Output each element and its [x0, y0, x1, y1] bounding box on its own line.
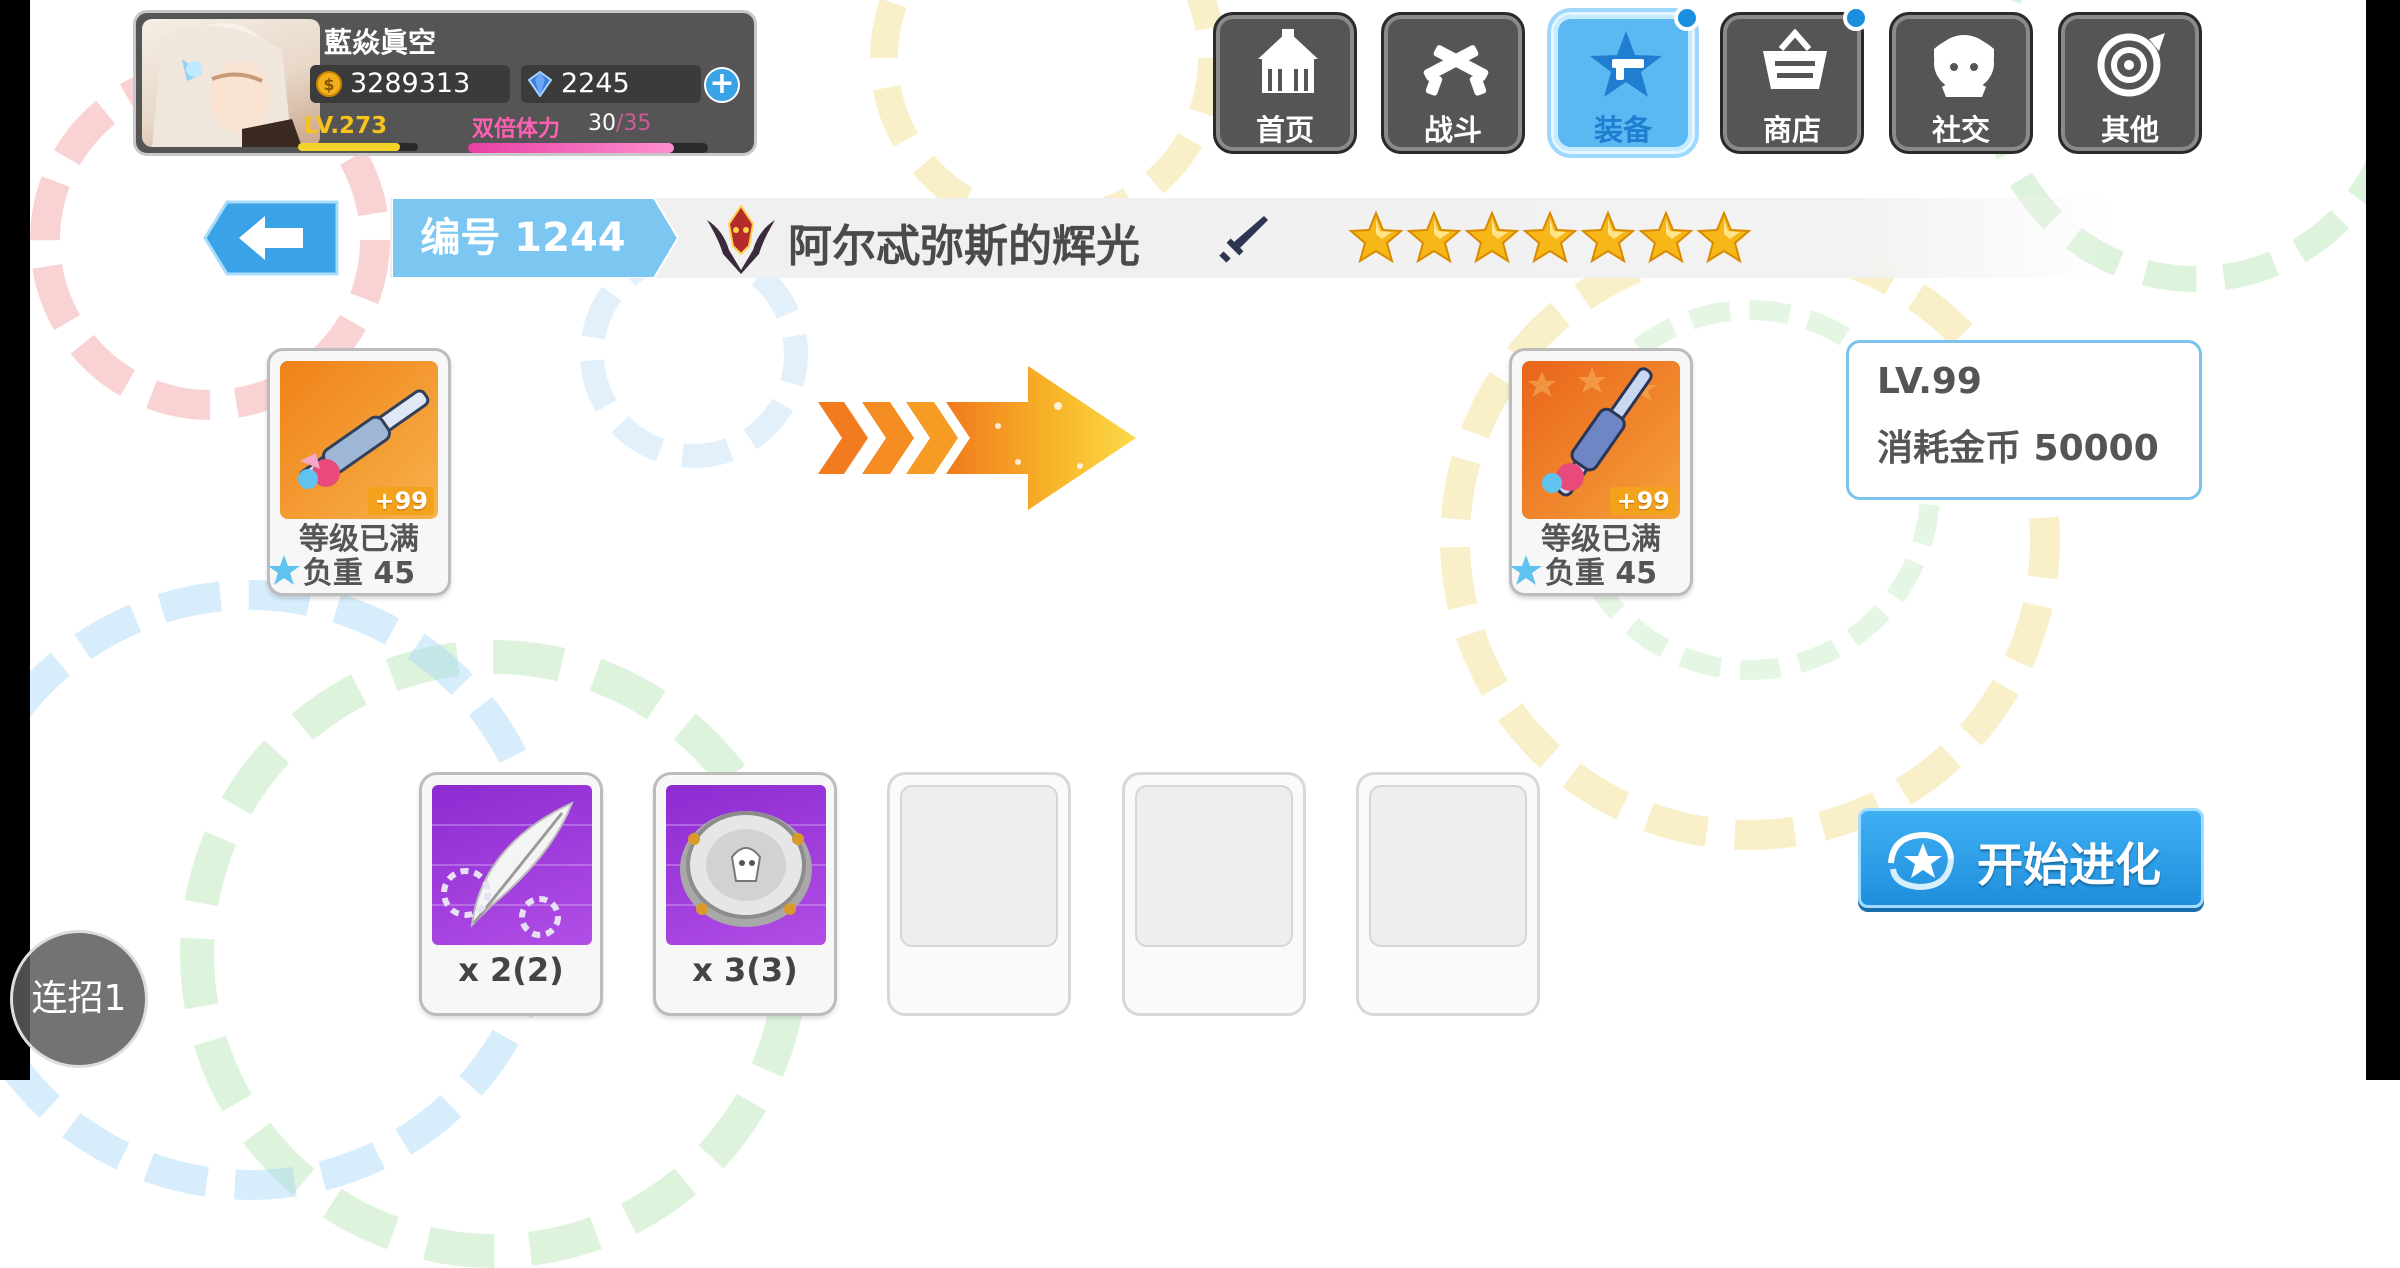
gem-counter: 2245	[521, 65, 701, 103]
screen-edge-left	[0, 0, 30, 1080]
rarity-star-icon	[1580, 210, 1636, 264]
nav-battle-label: 战斗	[1423, 113, 1482, 147]
stamina-progress-bar	[468, 143, 708, 153]
combo-button[interactable]: 连招1	[10, 930, 148, 1068]
rarity-star-icon	[1638, 210, 1694, 264]
svg-text:$: $	[323, 75, 334, 94]
nav-battle-button[interactable]: 战斗	[1381, 12, 1525, 154]
target-weapon-art: +99	[1522, 361, 1680, 519]
nav-equipment-button[interactable]: 装备	[1551, 5, 1700, 154]
basket-icon	[1763, 29, 1827, 89]
add-gems-button[interactable]: +	[704, 67, 740, 103]
player-name: 藍焱眞空	[324, 26, 437, 59]
evolve-arrow-icon	[818, 366, 1136, 510]
stamina-max: /35	[616, 111, 652, 136]
rarity-star-icon	[1406, 210, 1462, 264]
screen-edge-right	[2366, 0, 2400, 1080]
feather-icon	[432, 801, 592, 938]
player-avatar[interactable]	[142, 19, 320, 147]
winged-skull-emblem-icon	[707, 204, 775, 274]
star-gun-icon	[1590, 31, 1662, 97]
sword-icon	[1219, 216, 1268, 263]
material-slot-1[interactable]: x 2(2)	[419, 772, 603, 1016]
empty-slot-frame	[1135, 785, 1293, 947]
material-slot-4[interactable]	[1122, 772, 1306, 1016]
nav-shop-label: 商店	[1762, 113, 1821, 147]
corner-star-icon	[1510, 555, 1542, 585]
nav-equipment-label: 装备	[1593, 113, 1652, 147]
target-weapon-plus-level: +99	[1610, 487, 1676, 515]
target-weapon-card[interactable]: +99 等级已满 负重 45	[1509, 348, 1693, 596]
swirl-star-icon	[1888, 831, 1954, 891]
blue-crystal-icon	[527, 71, 553, 97]
nav-shop-button[interactable]: 商店	[1720, 5, 1869, 154]
start-evolution-button[interactable]: 开始进化	[1858, 808, 2204, 908]
back-button[interactable]	[203, 200, 339, 276]
coin-amount: 3289313	[350, 68, 471, 99]
nav-other-button[interactable]: 其他	[2058, 12, 2202, 154]
target-icon	[2097, 33, 2165, 97]
material-art	[432, 785, 592, 945]
target-weapon-status: 等级已满	[1541, 522, 1661, 557]
source-weapon-card[interactable]: +99 等级已满 负重 45	[267, 348, 451, 596]
player-info-panel[interactable]: 藍焱眞空 $ 3289313 2245 + LV.273 双倍体力 30/35	[133, 10, 757, 156]
weapon-id-label: 编号 1244	[420, 215, 626, 261]
material-art	[666, 785, 826, 945]
source-weapon-status: 等级已满	[299, 522, 419, 557]
house-icon	[1258, 29, 1318, 93]
nav-home-button[interactable]: 首页	[1213, 12, 1357, 154]
rarity-star-icon	[1522, 210, 1578, 264]
nav-social-label: 社交	[1931, 113, 1990, 147]
stamina-value: 30/35	[588, 111, 651, 136]
rarity-star-icon	[1348, 210, 1404, 264]
notification-dot	[1843, 5, 1869, 31]
weapon-name: 阿尔忒弥斯的辉光	[788, 221, 1140, 272]
evolve-info-box: LV.99 消耗金币 50000	[1846, 340, 2202, 500]
coin-counter: $ 3289313	[310, 65, 510, 103]
evolve-gold-cost: 消耗金币 50000	[1877, 428, 2159, 469]
nav-other-label: 其他	[2100, 113, 2159, 147]
nav-home-label: 首页	[1255, 113, 1314, 147]
source-weapon-plus-level: +99	[368, 487, 434, 515]
material-quantity: x 2(2)	[458, 951, 564, 989]
gem-amount: 2245	[561, 68, 630, 99]
rarity-stars	[1348, 210, 1752, 266]
empty-slot-frame	[1369, 785, 1527, 947]
material-slot-3[interactable]	[887, 772, 1071, 1016]
material-slot-2[interactable]: x 3(3)	[653, 772, 837, 1016]
stamina-label: 双倍体力	[472, 117, 561, 142]
material-quantity: x 3(3)	[692, 951, 798, 989]
badge-icon	[666, 811, 826, 927]
stamina-progress-fill	[468, 143, 675, 153]
evolve-target-level: LV.99	[1877, 361, 1982, 402]
level-progress-fill	[298, 143, 400, 151]
gold-coin-icon: $	[316, 71, 342, 97]
start-evolution-label: 开始进化	[1977, 838, 2161, 892]
notification-dot	[1674, 5, 1700, 31]
material-slot-5[interactable]	[1356, 772, 1540, 1016]
nav-social-button[interactable]: 社交	[1889, 12, 2033, 154]
corner-star-icon	[268, 555, 300, 585]
avatar-portrait-icon	[152, 23, 302, 147]
crossed-guns-icon	[1423, 45, 1489, 96]
rarity-star-icon	[1464, 210, 1520, 264]
player-level: LV.273	[304, 113, 388, 139]
chibi-face-icon	[1934, 35, 1994, 97]
empty-slot-frame	[900, 785, 1058, 947]
stamina-current: 30	[588, 111, 616, 136]
source-weapon-art: +99	[280, 361, 438, 519]
rarity-star-icon	[1696, 210, 1752, 264]
level-progress-bar	[298, 143, 418, 151]
